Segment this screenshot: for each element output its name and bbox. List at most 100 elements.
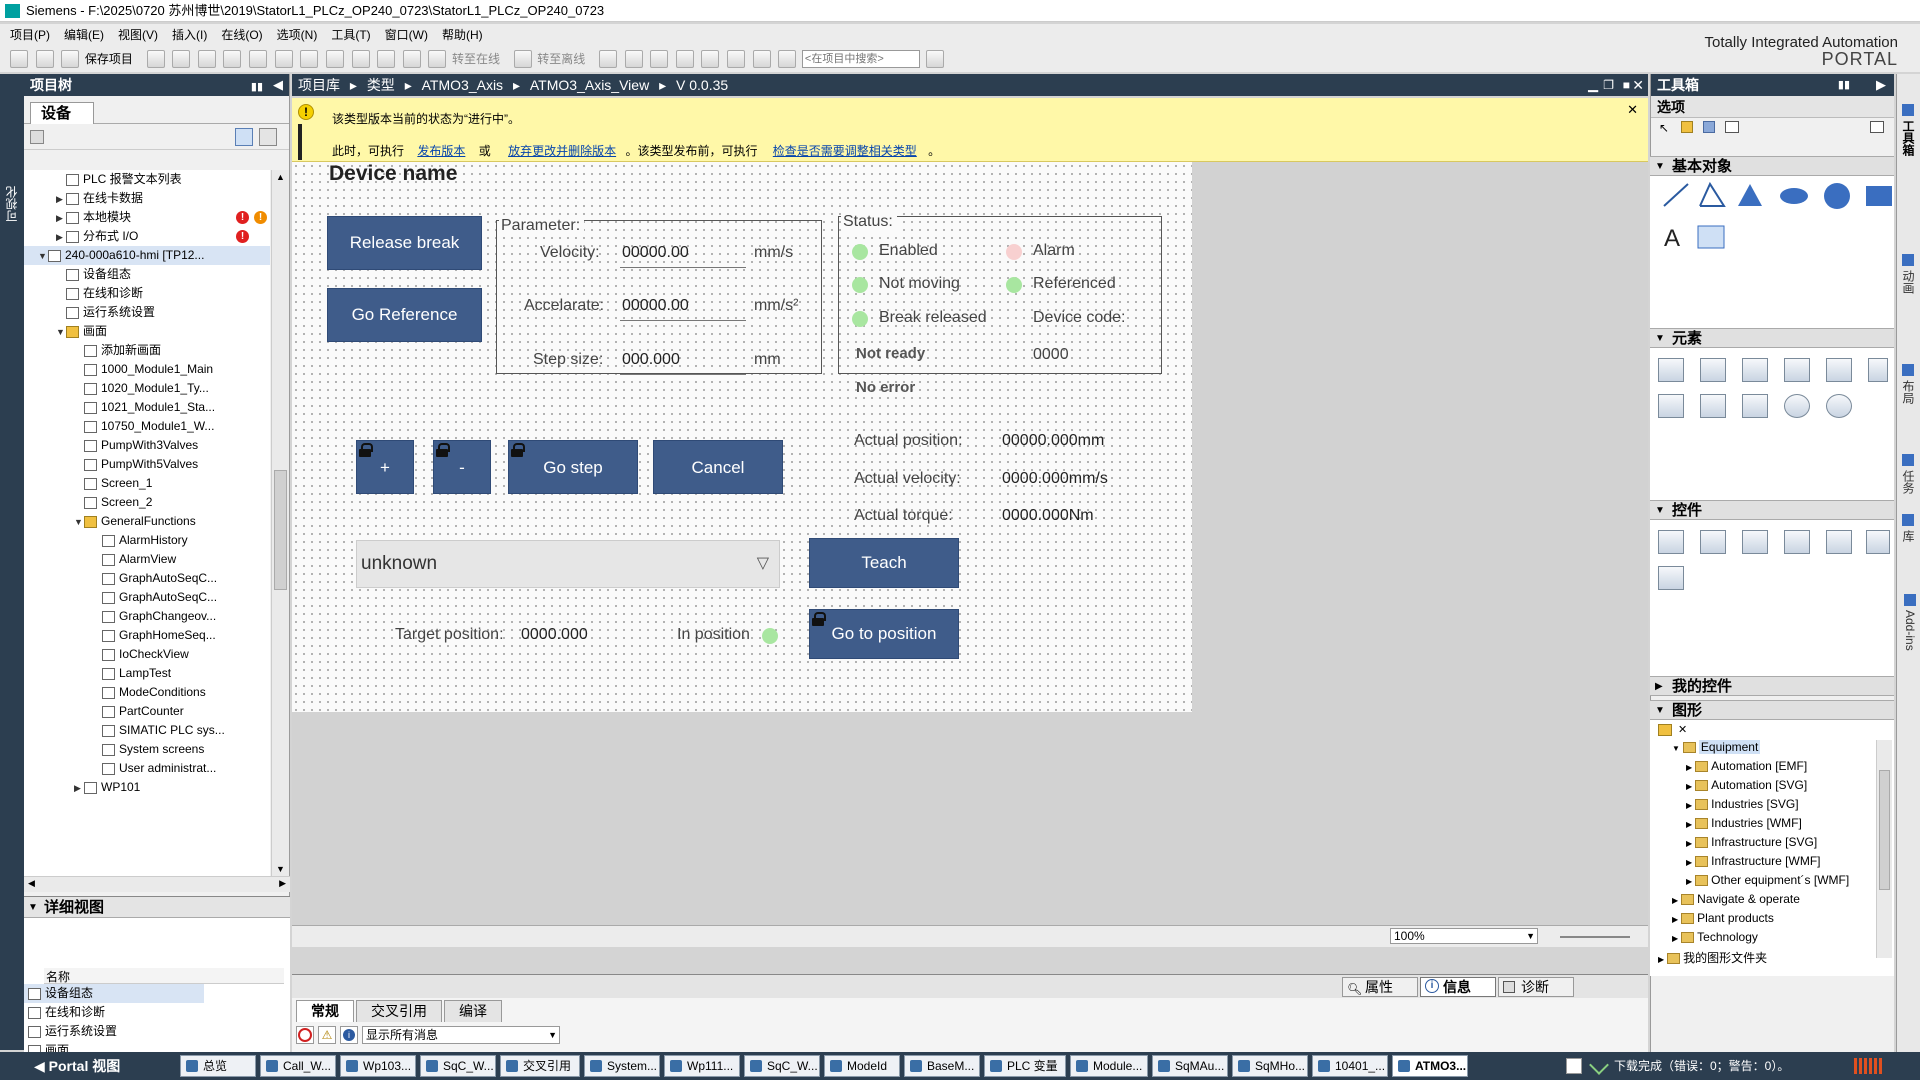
tree-item[interactable]: GraphAutoSeqC...: [24, 588, 217, 607]
step-size-input[interactable]: 000.000: [620, 351, 746, 375]
tree-item[interactable]: ▶ WP101: [24, 778, 140, 797]
graphics-folder[interactable]: ▼ Equipment: [1672, 740, 1761, 754]
graphics-folder[interactable]: ▶ Automation [EMF]: [1686, 759, 1807, 773]
upload-icon[interactable]: [377, 50, 396, 68]
tree-item[interactable]: 在线和诊断: [24, 284, 143, 303]
tree-scroll-thumb[interactable]: [274, 470, 287, 590]
scroll-left-icon[interactable]: ◀: [28, 878, 35, 889]
editor-task-button[interactable]: 10401_...: [1312, 1055, 1388, 1077]
io-field-tool-icon[interactable]: [1658, 358, 1684, 382]
breadcrumb-item[interactable]: V 0.0.35: [676, 77, 728, 93]
discard-changes-link[interactable]: 放弃更改并删除版本: [508, 144, 616, 158]
graphic-io-tool-icon[interactable]: [1784, 358, 1810, 382]
user-view-tool-icon[interactable]: [1742, 530, 1768, 554]
jog-minus-button[interactable]: -: [433, 440, 491, 494]
tree-vertical-scrollbar[interactable]: ▲ ▼: [271, 170, 289, 876]
undo-icon[interactable]: [274, 50, 293, 68]
polyline-tool-icon[interactable]: [1699, 181, 1726, 207]
print-icon[interactable]: [146, 50, 165, 68]
minimize-editor-icon[interactable]: ▁: [1588, 74, 1598, 96]
section-my-controls[interactable]: 我的控件: [1650, 676, 1894, 697]
expand-arrow-icon[interactable]: ▼: [38, 247, 48, 266]
tree-item[interactable]: PumpWith5Valves: [24, 455, 198, 474]
expand-arrow-icon[interactable]: ▶: [56, 190, 66, 209]
tree-item[interactable]: IoCheckView: [24, 645, 189, 664]
tree-item[interactable]: GraphChangeov...: [24, 607, 216, 626]
restore-editor-icon[interactable]: ❐: [1603, 74, 1614, 96]
graphics-folder[interactable]: ▶ Industries [WMF]: [1686, 816, 1802, 830]
scroll-right-icon[interactable]: ▶: [279, 878, 286, 889]
editor-task-button[interactable]: Call_W...: [260, 1055, 336, 1077]
menu-item[interactable]: 在线(O): [213, 24, 268, 46]
breadcrumb-item[interactable]: ATMO3_Axis: [422, 77, 503, 93]
circle-tool-icon[interactable]: [1824, 183, 1850, 209]
visualization-side-tab[interactable]: 可视化: [3, 186, 21, 222]
graphics-folder[interactable]: ▶ Other equipment´s [WMF]: [1686, 873, 1849, 887]
pointer-icon[interactable]: ↖: [1659, 121, 1669, 135]
side-tab[interactable]: 任务: [1901, 454, 1917, 494]
date-time-tool-icon[interactable]: [1826, 358, 1852, 382]
info-filter-button[interactable]: i: [340, 1026, 358, 1044]
redo-icon[interactable]: [300, 50, 319, 68]
jog-plus-button[interactable]: +: [356, 440, 414, 494]
expand-arrow-icon[interactable]: ▶: [1672, 915, 1678, 924]
save-icon[interactable]: [61, 50, 80, 68]
go-online-button[interactable]: 转至在线: [452, 46, 500, 72]
portal-view-button[interactable]: ◀ Portal 视图: [34, 1056, 120, 1076]
detail-item[interactable]: 运行系统设置: [24, 1022, 117, 1041]
offline-icon[interactable]: [513, 50, 532, 68]
cut-icon[interactable]: [172, 50, 191, 68]
remove-link-icon[interactable]: ✕: [1678, 723, 1687, 736]
tree-item[interactable]: LampTest: [24, 664, 171, 683]
text-tool-icon[interactable]: A: [1664, 225, 1680, 252]
inspector-tab[interactable]: 交叉引用: [356, 1000, 442, 1022]
close-editor-icon[interactable]: ✕: [1632, 74, 1644, 96]
new-project-icon[interactable]: [10, 50, 28, 68]
search-go-icon[interactable]: [925, 50, 944, 68]
pin-icon[interactable]: ▮▮: [251, 76, 263, 98]
delete-icon[interactable]: [249, 50, 268, 68]
expand-arrow-icon[interactable]: ▶: [1686, 820, 1692, 829]
go-reference-button[interactable]: Go Reference: [327, 288, 482, 342]
trend-view-tool-icon[interactable]: [1700, 530, 1726, 554]
expand-arrow-icon[interactable]: ▶: [1686, 782, 1692, 791]
expand-arrow-icon[interactable]: ▶: [1686, 839, 1692, 848]
check-related-types-link[interactable]: 检查是否需要调整相关类型: [773, 144, 917, 158]
add-folder-icon[interactable]: [1658, 724, 1672, 736]
alarm-view-tool-icon[interactable]: [1658, 530, 1684, 554]
tree-item[interactable]: PumpWith3Valves: [24, 436, 198, 455]
graphics-folder[interactable]: ▶ Industries [SVG]: [1686, 797, 1799, 811]
line-tool-icon[interactable]: [1663, 183, 1689, 207]
graphics-folder[interactable]: ▶ Technology: [1672, 930, 1758, 944]
properties-tab[interactable]: 🔍︎ 属性: [1342, 977, 1418, 997]
side-tab[interactable]: 布局: [1901, 364, 1917, 404]
velocity-input[interactable]: 00000.00: [620, 244, 746, 268]
close-x-icon[interactable]: [675, 50, 694, 68]
menu-item[interactable]: 视图(V): [110, 24, 164, 46]
zoom-select[interactable]: 100% ▼: [1390, 928, 1538, 944]
split-icon[interactable]: [650, 50, 669, 68]
side-tab[interactable]: 工具箱: [1901, 104, 1917, 156]
inspector-tab[interactable]: 编译: [444, 1000, 502, 1022]
symbol-library-tool-icon[interactable]: [1700, 394, 1726, 418]
view-icon[interactable]: [1703, 121, 1715, 133]
graphics-scrollbar[interactable]: [1876, 740, 1892, 958]
section-elements[interactable]: 元素: [1650, 328, 1894, 349]
tree-item[interactable]: ▼ GeneralFunctions: [24, 512, 196, 531]
diagnostics-tab[interactable]: 诊断: [1498, 977, 1574, 997]
bar-tool-icon[interactable]: [1868, 358, 1888, 382]
collapse-left-icon[interactable]: ◀: [273, 74, 283, 96]
detail-view-header[interactable]: ▼ 详细视图: [24, 896, 290, 918]
menu-item[interactable]: 选项(N): [269, 24, 324, 46]
add-library-icon[interactable]: [1681, 121, 1693, 133]
tree-item[interactable]: 添加新画面: [24, 341, 161, 360]
detail-column-name[interactable]: 名称: [44, 968, 284, 984]
go-step-button[interactable]: Go step: [508, 440, 638, 494]
diag-icon[interactable]: [778, 50, 797, 68]
graphics-folder[interactable]: ▶ Infrastructure [SVG]: [1686, 835, 1817, 849]
list-view-icon[interactable]: [1725, 121, 1739, 133]
simulate-icon[interactable]: [402, 50, 421, 68]
download-icon[interactable]: [351, 50, 370, 68]
tree-item[interactable]: 1000_Module1_Main: [24, 360, 213, 379]
graphics-scroll-thumb[interactable]: [1879, 770, 1890, 890]
